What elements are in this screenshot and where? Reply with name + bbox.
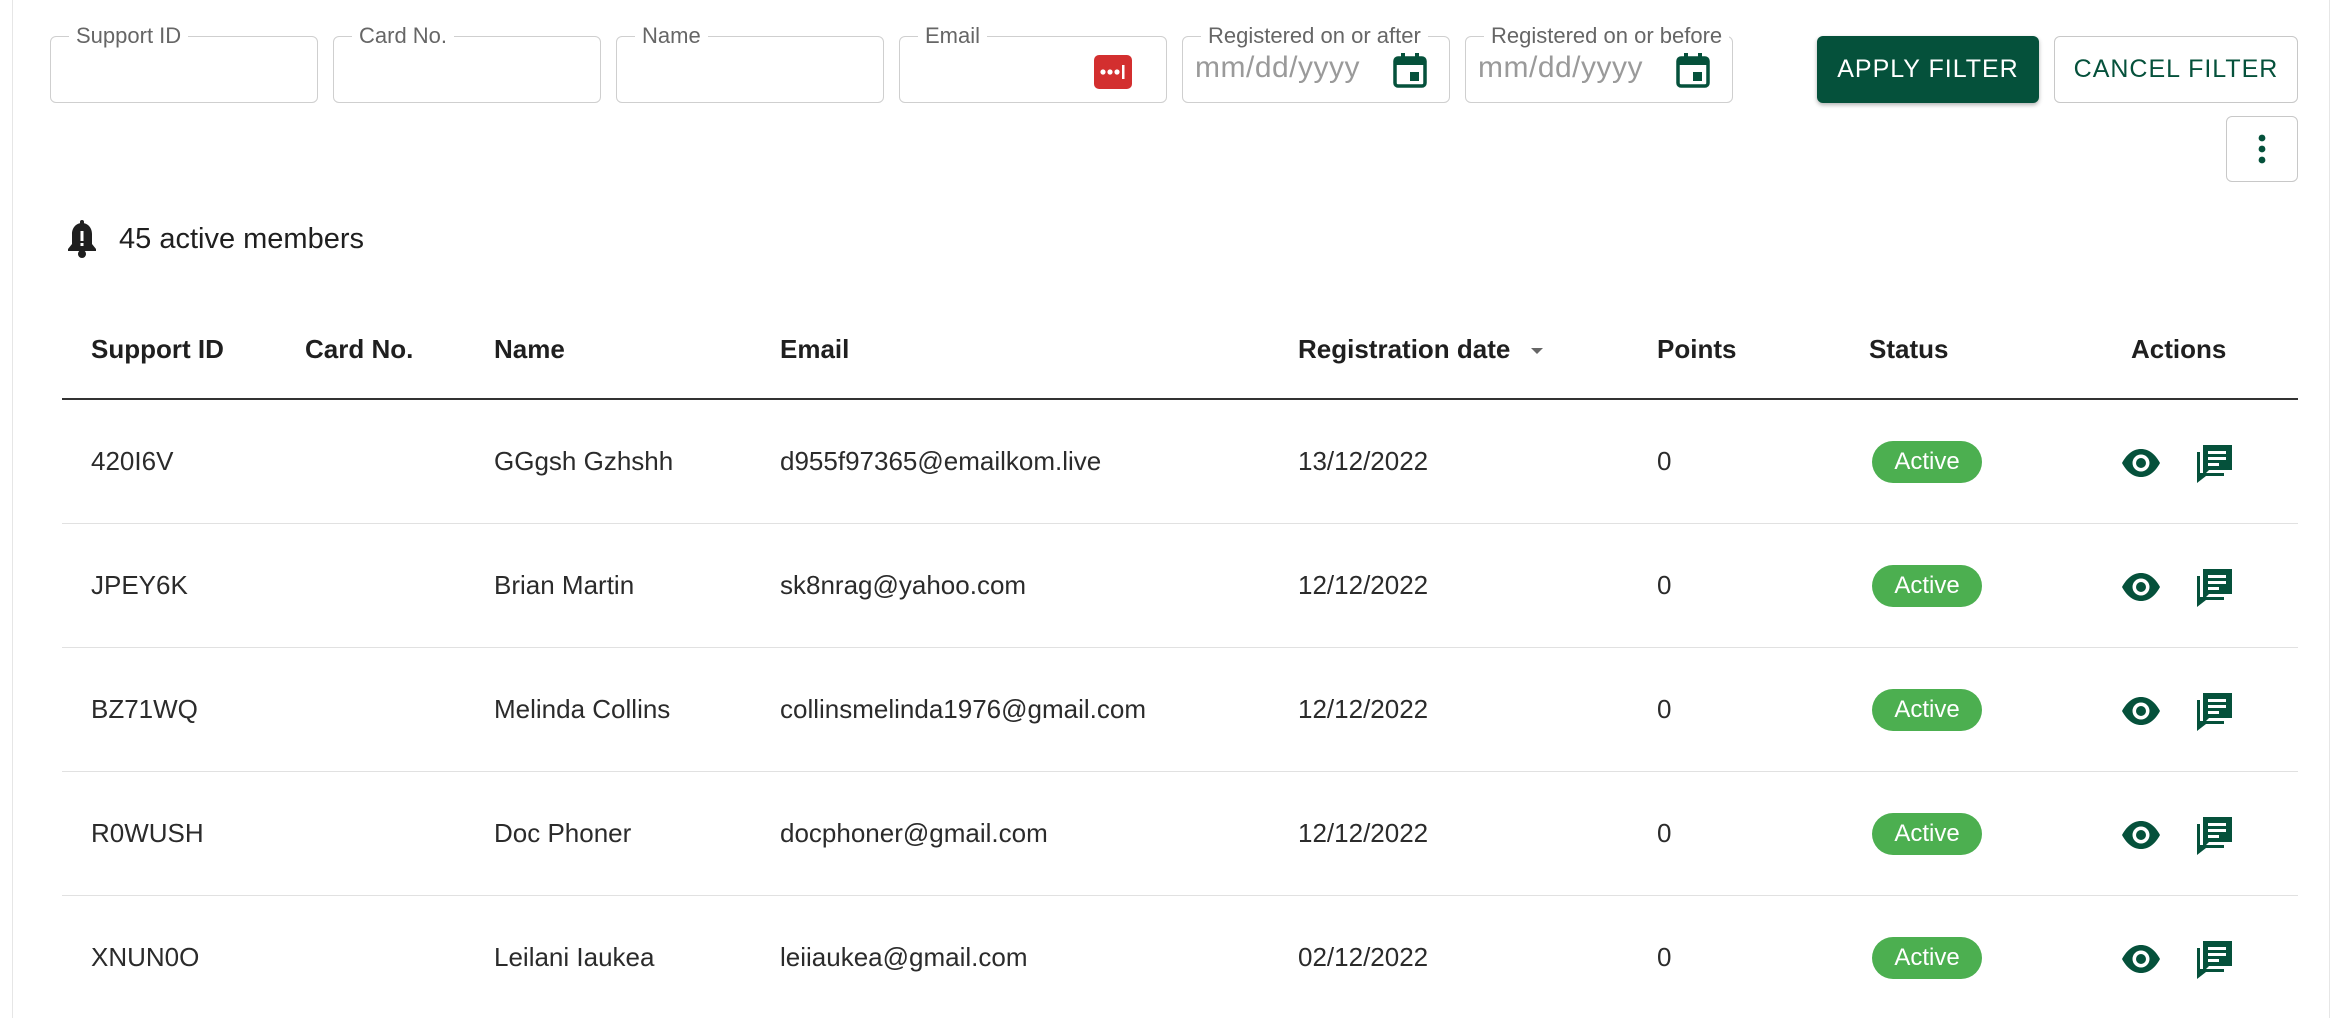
cell-support-id: BZ71WQ — [91, 694, 198, 724]
eye-icon[interactable] — [2120, 566, 2162, 608]
chat-icon[interactable] — [2194, 690, 2236, 732]
table-row[interactable]: XNUN0O Leilani Iaukea leiiaukea@gmail.co… — [62, 896, 2298, 1018]
header-registration-date[interactable]: Registration date — [1298, 334, 1544, 365]
cell-registration-date: 02/12/2022 — [1298, 942, 1429, 972]
apply-filter-button[interactable]: APPLY FILTER — [1817, 36, 2039, 103]
cell-name: Doc Phoner — [494, 818, 632, 848]
cell-email: docphoner@gmail.com — [780, 818, 1048, 848]
more-options-button[interactable] — [2226, 116, 2298, 182]
cell-points: 0 — [1657, 446, 1672, 476]
eye-icon[interactable] — [2120, 442, 2162, 484]
member-summary: 45 active members — [65, 220, 364, 258]
cell-name: GGgsh Gzhshh — [494, 446, 674, 476]
bell-icon — [68, 220, 96, 258]
table-header: Support ID Card No. Name Email Registrat… — [62, 300, 2298, 400]
status-badge: Active — [1872, 441, 1982, 483]
cell-points: 0 — [1657, 694, 1672, 724]
name-label: Name — [635, 23, 708, 49]
table-row[interactable]: JPEY6K Brian Martin sk8nrag@yahoo.com 12… — [62, 524, 2298, 648]
status-badge: Active — [1872, 813, 1982, 855]
eye-icon[interactable] — [2120, 690, 2162, 732]
card-no-field[interactable]: Card No. — [333, 23, 601, 103]
cell-support-id: R0WUSH — [91, 818, 204, 848]
registered-after-placeholder: mm/dd/yyyy — [1195, 51, 1361, 84]
calendar-icon[interactable] — [1393, 52, 1427, 88]
registered-before-placeholder: mm/dd/yyyy — [1478, 51, 1644, 84]
cell-registration-date: 13/12/2022 — [1298, 446, 1429, 476]
cell-support-id: JPEY6K — [91, 570, 188, 600]
registered-after-label: Registered on or after — [1201, 23, 1428, 49]
registered-before-field[interactable]: Registered on or before mm/dd/yyyy — [1465, 23, 1733, 103]
header-name[interactable]: Name — [494, 334, 565, 365]
email-label: Email — [918, 23, 988, 49]
registered-before-label: Registered on or before — [1484, 23, 1730, 49]
cell-points: 0 — [1657, 570, 1672, 600]
email-field[interactable]: Email — [899, 23, 1167, 103]
members-panel: Support ID Card No. Name Email Registere… — [12, 0, 2330, 1018]
cell-email: d955f97365@emailkom.live — [780, 446, 1102, 476]
cell-registration-date: 12/12/2022 — [1298, 570, 1429, 600]
cell-email: sk8nrag@yahoo.com — [780, 570, 1027, 600]
chat-icon[interactable] — [2194, 566, 2236, 608]
calendar-icon[interactable] — [1676, 52, 1710, 88]
cell-support-id: XNUN0O — [91, 942, 200, 972]
table-row[interactable]: BZ71WQ Melinda Collins collinsmelinda197… — [62, 648, 2298, 772]
eye-icon[interactable] — [2120, 938, 2162, 980]
card-no-label: Card No. — [352, 23, 455, 49]
cell-email: collinsmelinda1976@gmail.com — [780, 694, 1147, 724]
cell-points: 0 — [1657, 818, 1672, 848]
password-dots-icon[interactable] — [1094, 55, 1132, 89]
sort-descending-icon — [1530, 348, 1543, 355]
cell-registration-date: 12/12/2022 — [1298, 694, 1429, 724]
chat-icon[interactable] — [2194, 442, 2236, 484]
cell-points: 0 — [1657, 942, 1672, 972]
cancel-filter-button[interactable]: CANCEL FILTER — [2054, 36, 2298, 103]
status-badge: Active — [1872, 565, 1982, 607]
header-email[interactable]: Email — [780, 334, 849, 365]
table-row[interactable]: R0WUSH Doc Phoner docphoner@gmail.com 12… — [62, 772, 2298, 896]
status-badge: Active — [1872, 689, 1982, 731]
status-badge: Active — [1872, 937, 1982, 979]
header-actions: Actions — [2131, 334, 2227, 364]
cell-name: Melinda Collins — [494, 694, 671, 724]
chat-icon[interactable] — [2194, 938, 2236, 980]
name-field[interactable]: Name — [616, 23, 884, 103]
cell-name: Leilani Iaukea — [494, 942, 655, 972]
header-points[interactable]: Points — [1657, 334, 1736, 365]
active-members-count: 45 active members — [119, 222, 364, 255]
eye-icon[interactable] — [2120, 814, 2162, 856]
support-id-field[interactable]: Support ID — [50, 23, 318, 103]
registered-after-field[interactable]: Registered on or after mm/dd/yyyy — [1182, 23, 1450, 103]
chat-icon[interactable] — [2194, 814, 2236, 856]
table-row[interactable]: 420I6V GGgsh Gzhshh d955f97365@emailkom.… — [62, 400, 2298, 524]
header-support-id[interactable]: Support ID — [91, 334, 224, 365]
header-registration-date-label: Registration date — [1298, 334, 1511, 364]
cell-name: Brian Martin — [494, 570, 635, 600]
header-card-no[interactable]: Card No. — [305, 334, 413, 365]
support-id-label: Support ID — [69, 23, 189, 49]
more-vertical-icon — [2258, 134, 2266, 164]
cell-email: leiiaukea@gmail.com — [780, 942, 1028, 972]
cell-support-id: 420I6V — [91, 446, 174, 476]
header-status[interactable]: Status — [1869, 334, 1948, 365]
cell-registration-date: 12/12/2022 — [1298, 818, 1429, 848]
